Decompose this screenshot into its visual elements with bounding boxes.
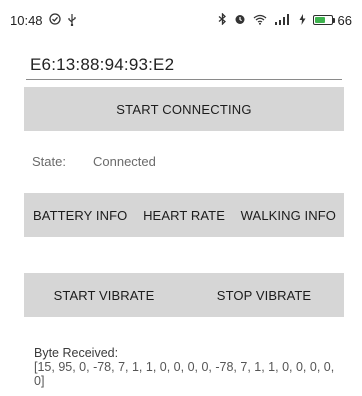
start-vibrate-button[interactable]: START VIBRATE <box>24 288 184 303</box>
device-address-field[interactable]: E6:13:88:94:93:E2 <box>30 55 342 75</box>
bytes-received-value: [15, 95, 0, -78, 7, 1, 1, 0, 0, 0, 0, -7… <box>34 360 335 388</box>
battery-info-button[interactable]: BATTERY INFO <box>33 208 127 223</box>
app-screen: 10:48 66 E6:13:88:94:93:E2 START CONNECT… <box>0 0 362 396</box>
battery-level: 66 <box>337 12 352 28</box>
signal-icon <box>274 13 292 27</box>
vibrate-button-row: START VIBRATE STOP VIBRATE <box>24 273 344 317</box>
bluetooth-icon <box>218 12 227 27</box>
bytes-received-label: Byte Received: <box>34 346 119 360</box>
usb-icon <box>67 13 77 28</box>
address-underline <box>26 79 342 80</box>
status-bar-left: 10:48 <box>10 13 77 28</box>
wifi-icon <box>253 14 267 27</box>
walking-info-button[interactable]: WALKING INFO <box>241 208 336 223</box>
status-bar: 10:48 66 <box>0 0 362 40</box>
heart-rate-button[interactable]: HEART RATE <box>143 208 225 223</box>
status-bar-right: 66 <box>218 12 352 28</box>
battery-icon <box>312 15 333 25</box>
stop-vibrate-button[interactable]: STOP VIBRATE <box>184 288 344 303</box>
start-connecting-button[interactable]: START CONNECTING <box>24 87 344 131</box>
battery-tip <box>332 17 335 23</box>
alarm-icon <box>234 13 246 27</box>
charging-icon <box>299 13 306 27</box>
state-label: State: <box>32 154 66 169</box>
status-time: 10:48 <box>10 12 43 28</box>
state-value: Connected <box>93 154 156 169</box>
info-button-row: BATTERY INFO HEART RATE WALKING INFO <box>24 193 344 237</box>
clock-check-icon <box>48 13 61 27</box>
battery-indicator: 66 <box>312 12 352 28</box>
battery-fill <box>314 17 326 23</box>
